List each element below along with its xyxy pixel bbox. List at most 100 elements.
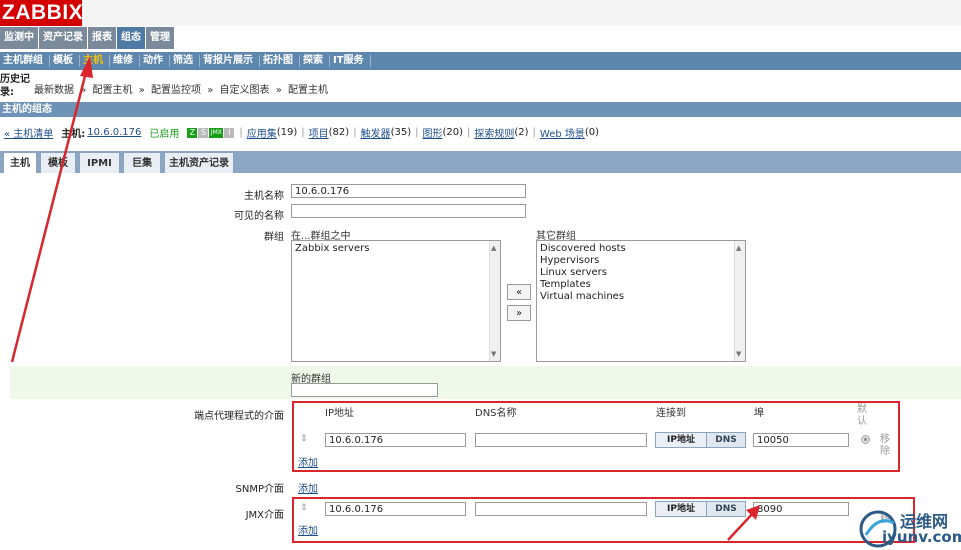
- history-item[interactable]: 配置监控项: [151, 85, 201, 96]
- submenu-templates[interactable]: 模板: [50, 55, 80, 67]
- col-connect-header: 连接到: [656, 408, 686, 419]
- agent-connect-ip-button[interactable]: IP地址: [656, 433, 707, 447]
- watermark-domain: iyunv.com: [882, 528, 961, 546]
- agent-ip-input[interactable]: 10.6.0.176: [325, 433, 466, 447]
- history-item[interactable]: 配置主机: [288, 85, 328, 96]
- tab-macros[interactable]: 巨集: [123, 152, 161, 173]
- jmx-add-link[interactable]: 添加: [298, 522, 318, 537]
- agent-port-input[interactable]: 10050: [753, 433, 849, 447]
- agent-connect-toggle: IP地址 DNS: [655, 432, 746, 448]
- scroll-down-icon[interactable]: ▼: [736, 348, 741, 360]
- jmx-connect-dns-button[interactable]: DNS: [707, 502, 745, 516]
- move-right-button[interactable]: »: [507, 305, 531, 321]
- breadcrumb-separator: »: [207, 85, 214, 96]
- tab-host-inventory[interactable]: 主机资产记录: [164, 152, 234, 173]
- col-default-header: 默认: [857, 404, 867, 427]
- history-item[interactable]: 自定义图表: [220, 85, 270, 96]
- submenu-it-services[interactable]: IT服务: [330, 55, 371, 67]
- groups-label: 群组: [264, 232, 284, 243]
- submenu-actions[interactable]: 动作: [140, 55, 170, 67]
- tab-ipmi[interactable]: IPMI: [79, 152, 120, 173]
- applications-link[interactable]: 应用集: [247, 125, 277, 140]
- jmx-connect-ip-button[interactable]: IP地址: [656, 502, 707, 516]
- history-label: 历史记录:: [0, 74, 30, 98]
- list-item[interactable]: Templates: [540, 279, 742, 291]
- col-ip-header: IP地址: [325, 408, 354, 419]
- graphs-link[interactable]: 图形: [422, 125, 442, 140]
- in-groups-list[interactable]: Zabbix servers ▲ ▼: [291, 240, 501, 362]
- jmx-availability-icon: JMX: [209, 127, 224, 138]
- scroll-down-icon[interactable]: ▼: [491, 348, 496, 360]
- agent-connect-dns-button[interactable]: DNS: [707, 433, 745, 447]
- snmp-add-link[interactable]: 添加: [298, 480, 318, 495]
- breadcrumb-separator: »: [275, 85, 282, 96]
- status-badge[interactable]: 已启用: [149, 125, 179, 140]
- scrollbar[interactable]: ▲ ▼: [489, 241, 500, 361]
- scroll-up-icon[interactable]: ▲: [736, 242, 741, 254]
- items-count: (82): [328, 127, 350, 138]
- section-title: 主机的组态: [0, 102, 961, 117]
- discovery-rules-link[interactable]: 探索规则: [474, 125, 514, 140]
- tab-host[interactable]: 主机: [3, 152, 37, 173]
- breadcrumb-separator: »: [138, 85, 145, 96]
- visible-name-input[interactable]: [291, 204, 526, 218]
- agent-interface-label: 端点代理程式的介面: [194, 411, 284, 422]
- list-item[interactable]: Virtual machines: [540, 291, 742, 303]
- submenu-discovery[interactable]: 探索: [300, 55, 330, 67]
- zabbix-logo: ZABBIX: [0, 0, 82, 26]
- visible-name-label: 可见的名称: [234, 211, 284, 222]
- web-scenarios-count: (0): [584, 127, 600, 138]
- menu-administration[interactable]: 管理: [146, 27, 174, 49]
- scroll-up-icon[interactable]: ▲: [491, 242, 496, 254]
- menu-monitoring[interactable]: 监测中: [0, 27, 38, 49]
- move-left-button[interactable]: «: [507, 284, 531, 300]
- new-group-input[interactable]: [291, 383, 438, 397]
- discovery-rules-count: (2): [514, 127, 529, 138]
- jmx-connect-toggle: IP地址 DNS: [655, 501, 746, 517]
- scrollbar[interactable]: ▲ ▼: [734, 241, 745, 361]
- jmx-dns-input[interactable]: [475, 502, 647, 516]
- other-groups-list[interactable]: Discovered hosts Hypervisors Linux serve…: [536, 240, 746, 362]
- history-bar: 历史记录: 最新数据 » 配置主机 » 配置监控项 » 自定义图表 » 配置主机: [0, 71, 961, 101]
- watermark: 运维网 iyunv.com: [856, 505, 961, 550]
- tab-templates[interactable]: 模板: [40, 152, 76, 173]
- history-item[interactable]: 配置主机: [93, 85, 133, 96]
- top-bar: [82, 0, 961, 26]
- submenu-maintenance[interactable]: 维修: [110, 55, 140, 67]
- triggers-count: (35): [390, 127, 412, 138]
- list-item[interactable]: Zabbix servers: [295, 243, 497, 255]
- submenu-filters[interactable]: 筛选: [170, 55, 200, 67]
- sub-menu: 主机群组 模板 主机 维修 动作 筛选 背报片展示 拓扑图 探索 IT服务: [0, 52, 961, 70]
- host-list-link[interactable]: « 主机清单: [4, 125, 53, 140]
- jmx-port-input[interactable]: 8090: [753, 502, 849, 516]
- items-link[interactable]: 项目: [309, 125, 329, 140]
- menu-reports[interactable]: 报表: [88, 27, 116, 49]
- list-item[interactable]: Linux servers: [540, 267, 742, 279]
- graphs-count: (20): [442, 127, 463, 138]
- menu-inventory[interactable]: 资产记录: [39, 27, 87, 49]
- drag-handle-icon[interactable]: ⇕: [300, 434, 308, 444]
- submenu-hosts[interactable]: 主机: [80, 55, 110, 67]
- menu-configuration[interactable]: 组态: [117, 27, 145, 49]
- submenu-screens[interactable]: 背报片展示: [200, 55, 260, 67]
- host-link[interactable]: 10.6.0.176: [87, 127, 141, 138]
- list-item[interactable]: Discovered hosts: [540, 243, 742, 255]
- jmx-ip-input[interactable]: 10.6.0.176: [325, 502, 466, 516]
- agent-add-link[interactable]: 添加: [298, 454, 318, 469]
- agent-remove-link[interactable]: 移除: [880, 434, 890, 458]
- agent-dns-input[interactable]: [475, 433, 647, 447]
- applications-count: (19): [276, 127, 298, 138]
- triggers-link[interactable]: 触发器: [361, 125, 391, 140]
- web-scenarios-link[interactable]: Web 场景: [540, 125, 585, 140]
- history-item[interactable]: 最新数据: [34, 85, 74, 96]
- drag-handle-icon[interactable]: ⇕: [300, 503, 308, 513]
- submenu-maps[interactable]: 拓扑图: [260, 55, 300, 67]
- host-name-input[interactable]: 10.6.0.176: [291, 184, 526, 198]
- submenu-host-groups[interactable]: 主机群组: [0, 55, 50, 67]
- host-info-row: « 主机清单 主机: 10.6.0.176 已启用 Z S JMX I | 应用…: [4, 125, 600, 140]
- list-item[interactable]: Hypervisors: [540, 255, 742, 267]
- default-radio[interactable]: [861, 435, 870, 444]
- main-menu: 监测中 资产记录 报表 组态 管理: [0, 27, 175, 49]
- zabbix-availability-icon: Z: [187, 127, 198, 138]
- host-label: 主机:: [61, 129, 86, 140]
